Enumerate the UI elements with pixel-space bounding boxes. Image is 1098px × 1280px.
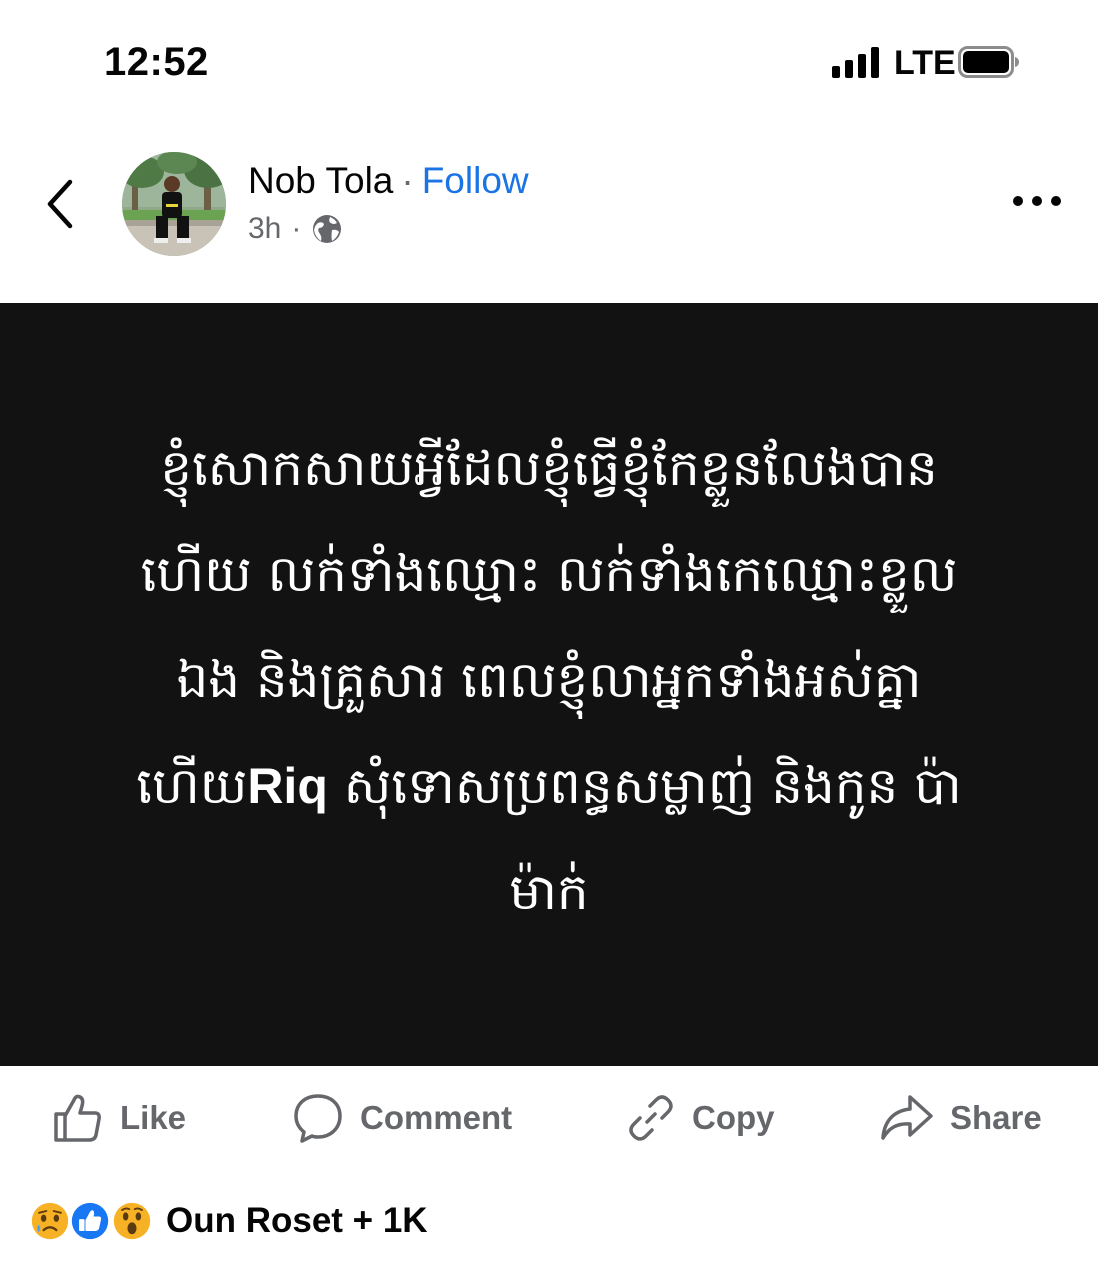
- share-arrow-icon: [881, 1095, 933, 1140]
- comment-button[interactable]: Comment: [292, 1090, 512, 1146]
- sad-reaction-icon: [28, 1199, 72, 1243]
- reactions-summary[interactable]: Oun Roset + 1K: [28, 1196, 428, 1246]
- post-text-segment: ហើយ: [136, 756, 248, 815]
- wow-reaction-icon: [110, 1199, 154, 1243]
- copy-button[interactable]: Copy: [626, 1090, 775, 1146]
- copy-label: Copy: [692, 1099, 775, 1136]
- post-text-line: ខ្ញុំសោកសាយអ្វីដែលខ្ញុំធ្វើខ្ញុំកែខ្លួនល…: [99, 415, 999, 521]
- author-avatar[interactable]: [122, 152, 226, 256]
- status-time: 12:52: [104, 40, 209, 84]
- like-button[interactable]: Like: [52, 1090, 186, 1146]
- link-icon: [629, 1095, 673, 1141]
- name-separator: ·: [401, 160, 414, 201]
- post-actions-bar: Like Comment Copy Share: [0, 1068, 1098, 1168]
- cellular-signal-icon: [832, 46, 882, 78]
- post-text-line: ម៉ាក់: [99, 839, 999, 945]
- post-text-segment: ហើយ លក់ទាំងឈ្មោះ លក់ទាំងកេឈ្មោះខ្លួល: [140, 544, 958, 603]
- post-text-segment: ម៉ាក់: [509, 862, 589, 921]
- status-bar: 12:52 LTE: [0, 0, 1098, 120]
- network-type: LTE: [894, 44, 956, 82]
- thumbs-up-icon: [54, 1094, 101, 1142]
- author-name[interactable]: Nob Tola: [248, 160, 393, 201]
- post-text-segment: ឯង និងគ្រួសារ ពេលខ្ញុំលាអ្នកទាំងអស់គ្នា: [176, 650, 922, 709]
- author-line: Nob Tola · Follow: [248, 160, 529, 202]
- share-button[interactable]: Share: [880, 1090, 1042, 1146]
- follow-button[interactable]: Follow: [422, 160, 529, 201]
- post-text-segment: សុំទោសប្រពន្ធសម្លាញ់ និងកូន ប៉ា: [327, 756, 962, 815]
- post-text-segment: ខ្ញុំសោកសាយអ្វីដែលខ្ញុំធ្វើខ្ញុំកែខ្លួនល…: [160, 438, 938, 497]
- comment-bubble-icon: [294, 1094, 342, 1143]
- post-meta: 3h ·: [248, 212, 343, 246]
- like-reaction-icon: [68, 1199, 112, 1243]
- share-label: Share: [950, 1099, 1042, 1136]
- reactions-text: Oun Roset + 1K: [166, 1201, 428, 1240]
- post-text-line: ឯង និងគ្រួសារ ពេលខ្ញុំលាអ្នកទាំងអស់គ្នា: [99, 627, 999, 733]
- like-label: Like: [120, 1099, 187, 1136]
- battery-icon: [958, 46, 1019, 78]
- reaction-icons: [28, 1197, 160, 1245]
- post-header: Nob Tola · Follow 3h ·: [0, 140, 1098, 270]
- post-timestamp[interactable]: 3h: [248, 212, 281, 246]
- back-arrow-icon[interactable]: [40, 176, 80, 232]
- post-text-bold: Riq: [247, 757, 328, 814]
- globe-icon: [313, 215, 342, 243]
- post-text: ខ្ញុំសោកសាយអ្វីដែលខ្ញុំធ្វើខ្ញុំកែខ្លួនល…: [99, 415, 999, 945]
- comment-label: Comment: [360, 1099, 513, 1136]
- meta-separator: ·: [291, 212, 302, 245]
- more-options-icon[interactable]: [1010, 188, 1064, 214]
- post-body[interactable]: ខ្ញុំសោកសាយអ្វីដែលខ្ញុំធ្វើខ្ញុំកែខ្លួនល…: [0, 303, 1098, 1066]
- post-text-line: ហើយRiq សុំទោសប្រពន្ធសម្លាញ់ និងកូន ប៉ា: [99, 733, 999, 839]
- post-text-line: ហើយ លក់ទាំងឈ្មោះ លក់ទាំងកេឈ្មោះខ្លួល: [99, 521, 999, 627]
